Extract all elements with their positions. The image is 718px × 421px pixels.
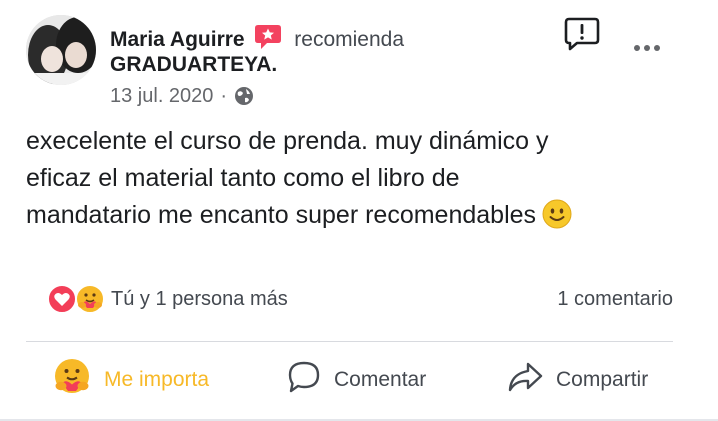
comment-bubble-icon [286, 360, 322, 400]
care-reaction-icon [75, 284, 105, 314]
report-button[interactable] [563, 16, 601, 52]
post-body: execelente el curso de prenda. muy dinám… [26, 123, 686, 240]
post-header: Maria Aguirre recomienda [110, 24, 404, 56]
avatar[interactable] [26, 15, 96, 85]
more-options-button[interactable] [630, 40, 664, 56]
share-button[interactable]: Compartir [506, 357, 648, 403]
recommend-label: recomienda [294, 28, 405, 51]
comments-count-link[interactable]: 1 comentario [505, 288, 673, 311]
meta-separator: · [220, 85, 228, 107]
love-reaction-icon [47, 284, 77, 314]
post-text: execelente el curso de prenda. muy dinám… [26, 127, 549, 229]
care-reaction-button[interactable]: Me importa [52, 357, 209, 403]
divider [26, 341, 673, 342]
care-reaction-label: Me importa [104, 368, 210, 391]
share-arrow-icon [506, 360, 544, 400]
report-icon [564, 17, 600, 51]
globe-icon [234, 86, 254, 112]
smiling-face-emoji-icon [542, 199, 572, 240]
author-name[interactable]: Maria Aguirre [110, 28, 245, 51]
recommend-badge-icon [254, 24, 282, 56]
post-date[interactable]: 13 jul. 2020 [110, 85, 213, 107]
page-name[interactable]: GRADUARTEYA. [110, 53, 277, 77]
comment-button[interactable]: Comentar [286, 357, 426, 403]
care-reaction-icon [52, 357, 92, 403]
share-label: Compartir [556, 368, 649, 391]
reactions-summary-text: Tú y 1 persona más [111, 288, 288, 310]
comment-label: Comentar [334, 368, 427, 391]
more-icon [634, 45, 660, 51]
post-meta: 13 jul. 2020 · [110, 85, 254, 112]
